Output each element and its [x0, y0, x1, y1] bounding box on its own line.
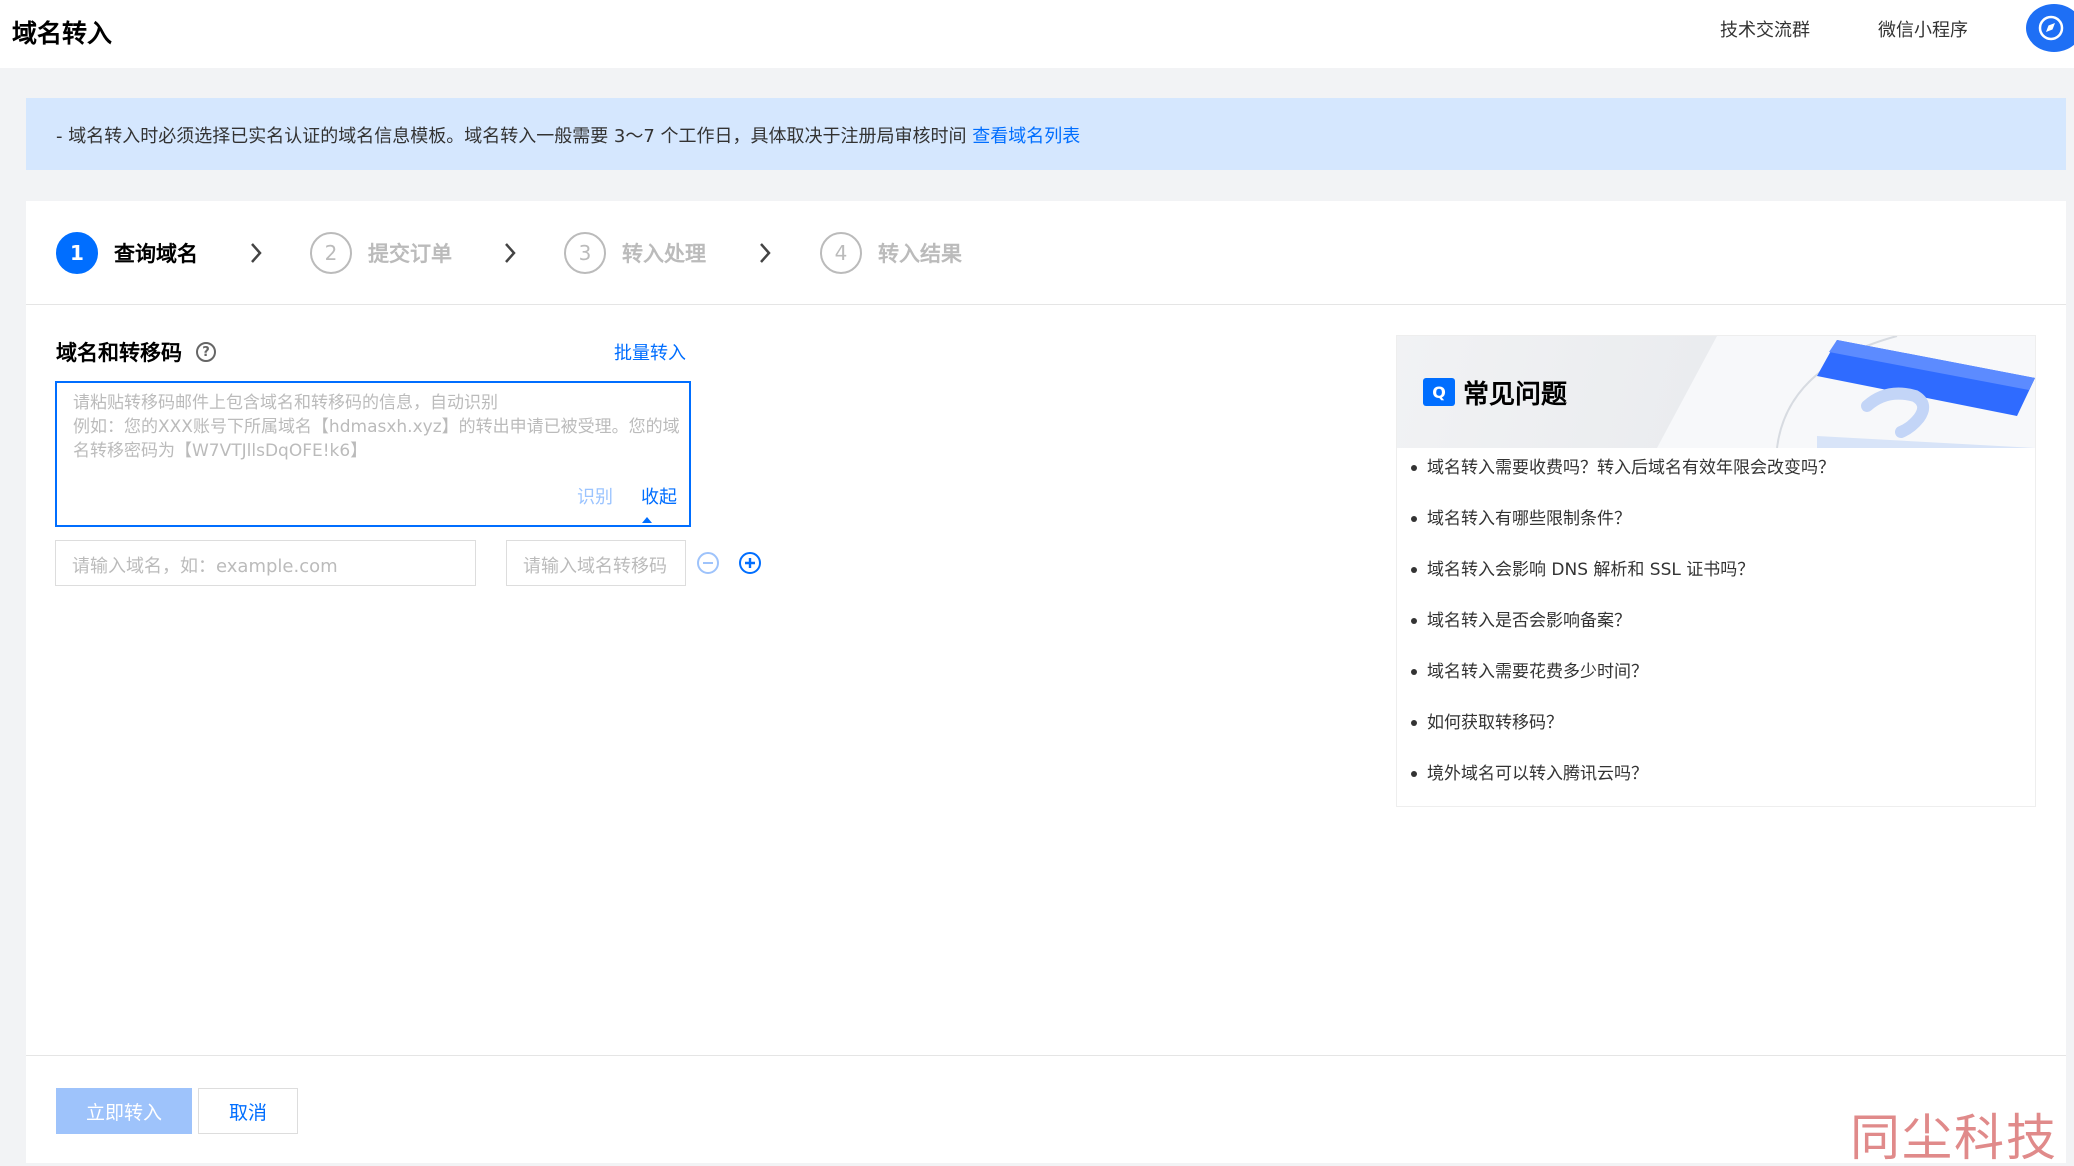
bullet-icon — [1411, 567, 1417, 573]
faq-list: 域名转入需要收费吗？转入后域名有效年限会改变吗？ 域名转入有哪些限制条件？ 域名… — [1411, 450, 1835, 807]
identify-button[interactable]: 识别 — [577, 483, 613, 509]
add-row-icon[interactable] — [738, 551, 762, 575]
faq-q-icon: Q — [1423, 378, 1455, 406]
domain-code-label: 域名和转移码 ? — [56, 337, 216, 367]
bullet-icon — [1411, 618, 1417, 624]
faq-item[interactable]: 域名转入是否会影响备案？ — [1411, 603, 1835, 654]
main-card: 1 查询域名 2 提交订单 3 转入处理 4 转入结果 域名和转移码 ? 批量转… — [26, 201, 2066, 1163]
submit-transfer-button[interactable]: 立即转入 — [56, 1088, 192, 1134]
step-2-label: 提交订单 — [368, 242, 452, 266]
parse-textarea[interactable]: 请粘贴转移码邮件上包含域名和转移码的信息，自动识别 例如：您的XXX账号下所属域… — [55, 381, 691, 527]
step-indicator: 1 查询域名 2 提交订单 3 转入处理 4 转入结果 — [26, 201, 2066, 305]
watermark: 同尘科技 — [1850, 1109, 2058, 1166]
chevron-right-icon — [505, 243, 516, 263]
step-4-label: 转入结果 — [878, 242, 962, 266]
step-1-label: 查询域名 — [114, 242, 198, 266]
help-icon[interactable]: ? — [196, 342, 216, 362]
faq-decoration-icon — [1657, 336, 2035, 448]
faq-item[interactable]: 如何获取转移码？ — [1411, 705, 1835, 756]
bullet-icon — [1411, 669, 1417, 675]
mini-program-link[interactable]: 微信小程序 — [1878, 16, 1968, 42]
step-4-number: 4 — [820, 232, 862, 274]
faq-panel: Q 常见问题 域名转入需要收费吗？转入后域名有效年限会改变吗？ 域名转入有哪些限… — [1396, 335, 2036, 807]
faq-item[interactable]: 域名转入需要收费吗？转入后域名有效年限会改变吗？ — [1411, 450, 1835, 501]
top-bar: 域名转入 技术交流群 微信小程序 — [0, 0, 2074, 68]
faq-item[interactable]: 境外域名可以转入腾讯云吗？ — [1411, 756, 1835, 807]
page-title: 域名转入 — [12, 19, 113, 48]
faq-item[interactable]: 域名转入有哪些限制条件？ — [1411, 501, 1835, 552]
chevron-right-icon — [760, 243, 771, 263]
compass-icon[interactable] — [2026, 4, 2074, 52]
bullet-icon — [1411, 516, 1417, 522]
step-3-number: 3 — [564, 232, 606, 274]
transfer-code-input[interactable]: 请输入域名转移码 — [506, 540, 686, 586]
bullet-icon — [1411, 771, 1417, 777]
caret-up-icon — [642, 517, 652, 523]
step-2: 2 提交订单 — [310, 231, 452, 275]
bullet-icon — [1411, 465, 1417, 471]
tech-group-link[interactable]: 技术交流群 — [1720, 16, 1810, 42]
step-4: 4 转入结果 — [820, 231, 962, 275]
faq-title: 常见问题 — [1463, 380, 1568, 410]
domain-input[interactable]: 请输入域名，如：example.com — [55, 540, 476, 586]
step-2-number: 2 — [310, 232, 352, 274]
step-1: 1 查询域名 — [56, 231, 198, 275]
faq-item[interactable]: 域名转入会影响 DNS 解析和 SSL 证书吗？ — [1411, 552, 1835, 603]
bullet-icon — [1411, 720, 1417, 726]
notice-banner: - 域名转入时必须选择已实名认证的域名信息模板。域名转入一般需要 3～7 个工作… — [26, 98, 2066, 170]
remove-row-icon[interactable] — [696, 551, 720, 575]
parse-placeholder: 请粘贴转移码邮件上包含域名和转移码的信息，自动识别 例如：您的XXX账号下所属域… — [73, 393, 680, 461]
cancel-button[interactable]: 取消 — [198, 1088, 298, 1134]
step-3: 3 转入处理 — [564, 231, 706, 275]
faq-banner: Q 常见问题 — [1397, 336, 2035, 448]
domain-code-label-text: 域名和转移码 — [56, 341, 182, 365]
form-footer: 立即转入 取消 — [26, 1055, 2066, 1163]
chevron-right-icon — [251, 243, 262, 263]
faq-item[interactable]: 域名转入需要花费多少时间？ — [1411, 654, 1835, 705]
view-domain-list-link[interactable]: 查看域名列表 — [972, 126, 1080, 147]
step-3-label: 转入处理 — [622, 242, 706, 266]
batch-transfer-link[interactable]: 批量转入 — [614, 339, 686, 365]
collapse-button[interactable]: 收起 — [641, 483, 689, 530]
notice-text: - 域名转入时必须选择已实名认证的域名信息模板。域名转入一般需要 3～7 个工作… — [56, 126, 1081, 147]
step-1-number: 1 — [56, 232, 98, 274]
